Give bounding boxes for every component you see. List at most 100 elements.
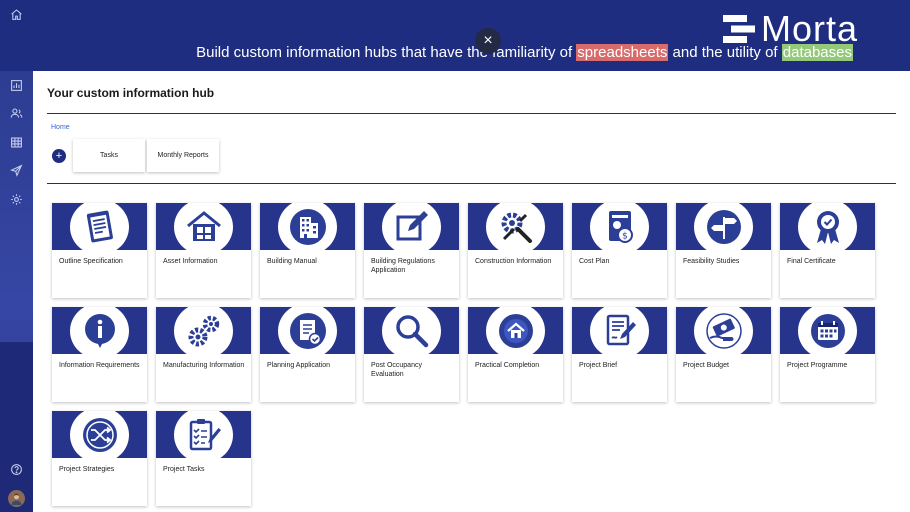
card-banner [156,203,251,250]
user-avatar[interactable] [8,490,25,507]
card-icon-circle [174,411,233,458]
card-banner [780,203,875,250]
card-banner [572,307,667,354]
card-icon-circle: $ [590,203,649,250]
card-planning-application[interactable]: Planning Application [260,307,355,402]
add-tab-button[interactable]: + [52,149,66,163]
house-puzzle-icon [186,211,221,241]
card-final-certificate[interactable]: Final Certificate [780,203,875,298]
title-divider [47,113,896,114]
brief-document-icon [606,314,636,346]
tab-label: Monthly Reports [157,152,209,159]
settings-icon[interactable] [9,192,24,207]
card-label: Asset Information [163,258,218,265]
hero-banner: Morta Build custom information hubs that… [33,0,910,71]
help-icon[interactable] [9,462,24,477]
card-manufacturing-information[interactable]: Manufacturing Information [156,307,251,402]
card-practical-completion[interactable]: Practical Completion [468,307,563,402]
card-label: Manufacturing Information [163,362,245,369]
card-icon-circle [486,203,545,250]
money-hand-icon [705,313,742,349]
building-icon [289,209,326,245]
card-label: Project Strategies [59,466,115,473]
card-post-occupancy-evaluation[interactable]: Post Occupancy Evaluation [364,307,459,402]
tagline-highlight-databases: databases [781,44,853,61]
card-asset-information[interactable]: Asset Information [156,203,251,298]
breadcrumb-home[interactable]: Home [51,124,70,131]
card-icon-circle [694,307,753,354]
home-icon[interactable] [9,7,24,22]
card-building-manual[interactable]: Building Manual [260,203,355,298]
info-icon [84,314,115,348]
card-icon-circle [70,307,129,354]
tagline-text-middle: and the utility of [668,44,782,61]
card-icon-circle [382,307,441,354]
tab-label: Tasks [100,152,118,159]
card-icon-circle [278,307,337,354]
card-banner [52,203,147,250]
close-icon: × [483,32,493,49]
card-banner [156,411,251,458]
card-banner [468,307,563,354]
card-label: Project Tasks [163,466,205,473]
card-project-programme[interactable]: Project Programme [780,307,875,402]
card-icon-circle [590,307,649,354]
card-label: Planning Application [267,362,331,369]
tab-tasks[interactable]: Tasks [73,139,145,172]
sidebar [0,0,33,512]
magnifier-icon [395,315,428,348]
main-content: Your custom information hub Home + Tasks… [33,71,910,512]
card-banner [780,307,875,354]
card-label: Building Regulations Application [371,258,435,274]
card-icon-circle [174,307,233,354]
card-label: Final Certificate [787,258,836,265]
dashboard-icon[interactable] [9,78,24,93]
page-title: Your custom information hub [47,86,215,100]
svg-text:$: $ [622,232,628,242]
card-icon-circle [70,411,129,458]
card-project-budget[interactable]: Project Budget [676,307,771,402]
card-project-tasks[interactable]: Project Tasks [156,411,251,506]
card-banner: $ [572,203,667,250]
tagline-text-start: Build custom information hubs that have … [196,44,577,61]
card-label: Information Requirements [59,362,140,369]
card-label: Post Occupancy Evaluation [371,362,422,378]
close-button[interactable]: × [475,28,501,54]
card-label: Practical Completion [475,362,540,369]
home-badge-icon [498,314,533,348]
card-banner [260,307,355,354]
users-icon[interactable] [9,106,24,121]
send-icon[interactable] [9,163,24,178]
sidebar-bottom [0,342,33,512]
tab-monthly-reports[interactable]: Monthly Reports [147,139,219,172]
card-banner [52,307,147,354]
card-label: Outline Specification [59,258,123,265]
card-label: Project Brief [579,362,618,369]
card-outline-specification[interactable]: Outline Specification [52,203,147,298]
card-information-requirements[interactable]: Information Requirements [52,307,147,402]
card-project-brief[interactable]: Project Brief [572,307,667,402]
card-icon-circle [694,203,753,250]
card-project-strategies[interactable]: Project Strategies [52,411,147,506]
plus-icon: + [55,150,63,162]
card-construction-information[interactable]: Construction Information [468,203,563,298]
card-icon-circle [278,203,337,250]
card-label: Building Manual [267,258,317,265]
card-cost-plan[interactable]: $ Cost Plan [572,203,667,298]
morta-logo-icon [722,15,755,43]
document-list-icon [86,210,113,243]
signpost-icon [706,210,741,244]
card-label: Project Budget [683,362,729,369]
shuffle-icon [82,418,117,452]
card-building-regulations-application[interactable]: Building Regulations Application [364,203,459,298]
card-banner [676,203,771,250]
card-label: Cost Plan [579,258,610,265]
tabs-divider [47,183,896,184]
card-banner [156,307,251,354]
edit-icon [396,211,428,241]
card-icon-circle [70,203,129,250]
card-feasibility-studies[interactable]: Feasibility Studies [676,203,771,298]
table-icon[interactable] [9,135,24,150]
card-icon-circle [486,307,545,354]
checklist-icon [189,419,221,451]
